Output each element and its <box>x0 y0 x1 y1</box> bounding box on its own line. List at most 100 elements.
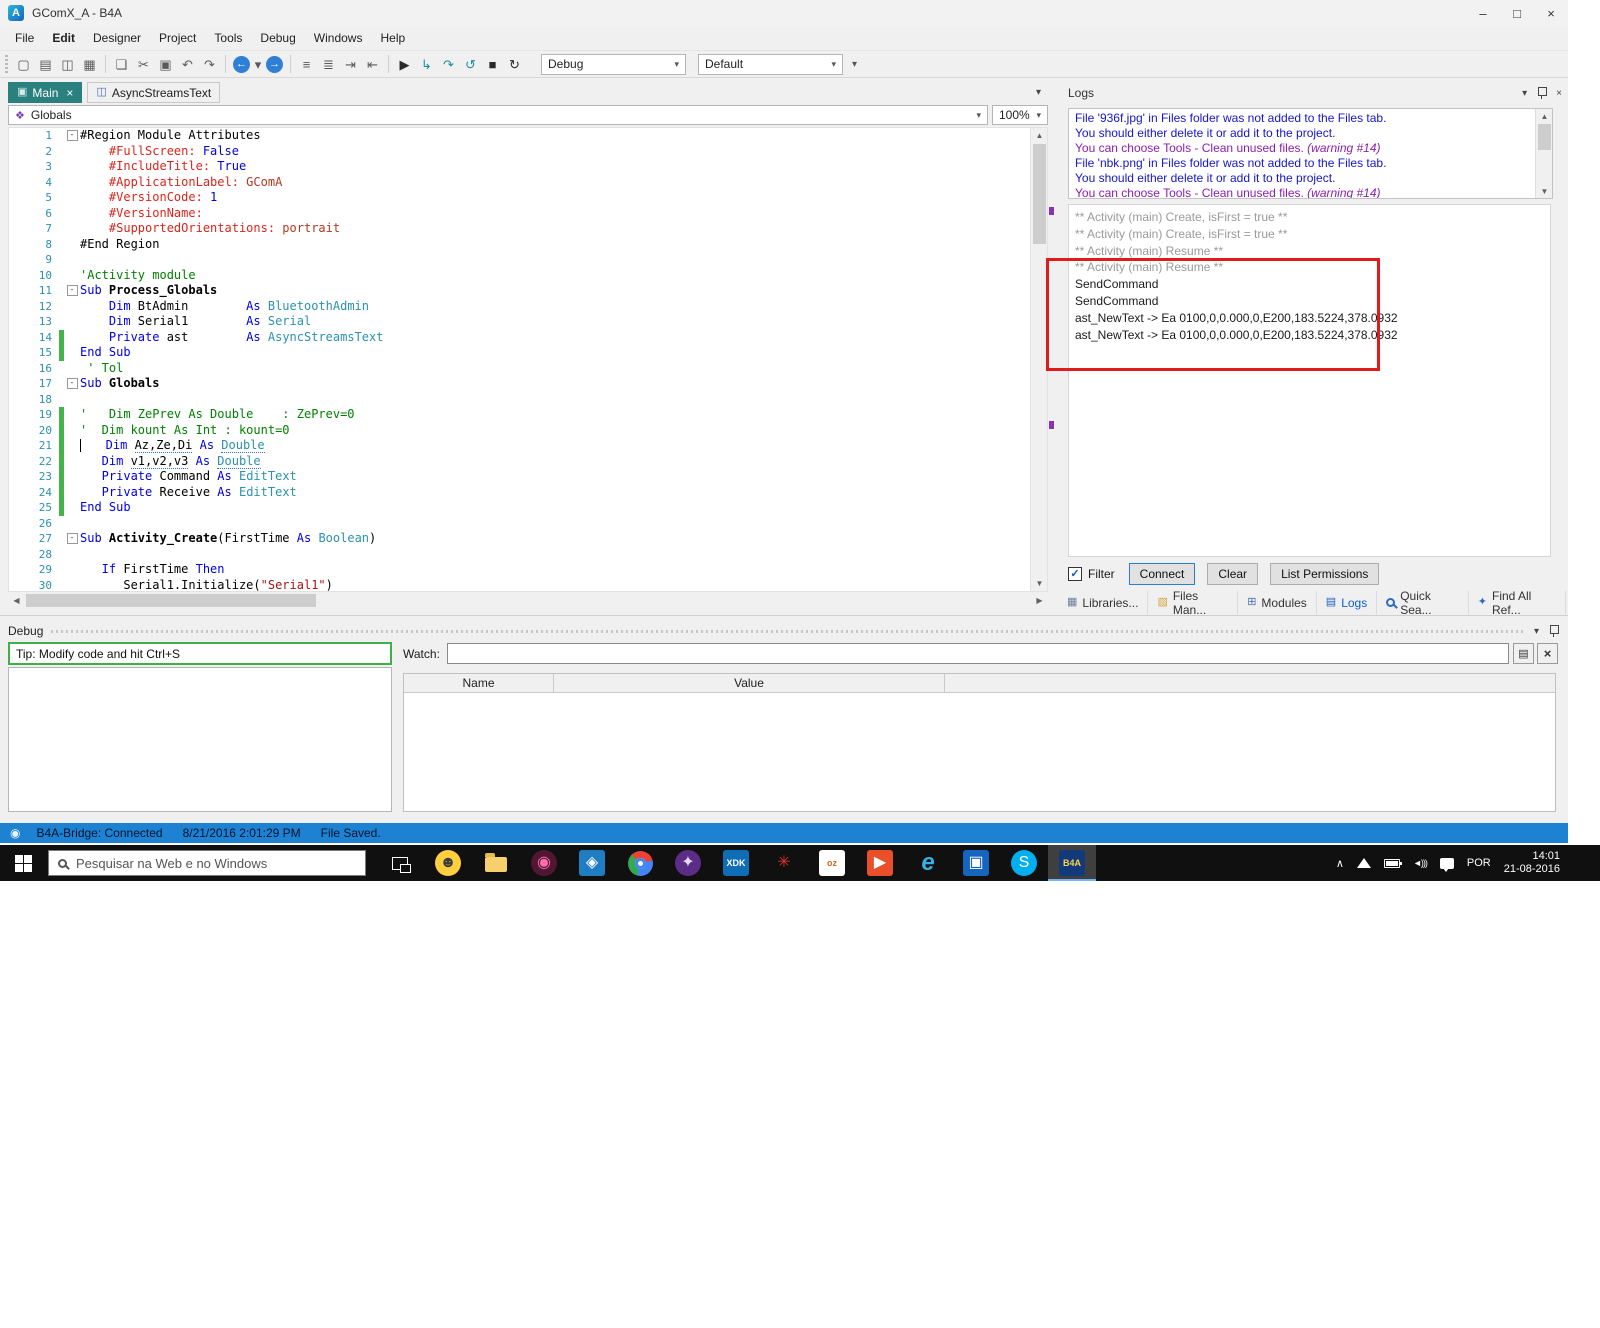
open-icon[interactable]: ▤ <box>35 53 56 75</box>
scroll-down-icon[interactable]: ▼ <box>1031 576 1047 591</box>
back-history-icon[interactable]: ▾ <box>253 53 263 75</box>
list-permissions-button[interactable]: List Permissions <box>1270 563 1380 585</box>
run-icon[interactable]: ▶ <box>394 53 415 75</box>
outlook-icon[interactable]: oz <box>808 845 856 881</box>
indent-icon[interactable]: ⇥ <box>340 53 361 75</box>
close-tab-icon[interactable]: × <box>66 86 73 100</box>
toolbar-overflow-icon[interactable]: ▾ <box>852 59 857 70</box>
taskbar-clock[interactable]: 14:01 21-08-2016 <box>1504 850 1560 876</box>
pin-icon[interactable] <box>1549 625 1559 637</box>
scrollbar-thumb[interactable] <box>1538 124 1551 150</box>
media-app-icon[interactable]: ◉ <box>520 845 568 881</box>
panel-tab-filesman[interactable]: ▧ Files Man... <box>1148 589 1239 617</box>
watch-clear-button[interactable]: × <box>1537 643 1558 664</box>
menu-item-file[interactable]: File <box>6 31 43 45</box>
watch-list-button[interactable]: ▤ <box>1513 643 1534 664</box>
menu-item-tools[interactable]: Tools <box>205 31 251 45</box>
navigate-back-icon[interactable]: ← <box>231 53 252 75</box>
scrollbar-thumb[interactable] <box>26 594 316 607</box>
code-text[interactable]: Sub Activity_Create(FirstTime As Boolean… <box>80 531 376 547</box>
scroll-left-icon[interactable]: ◀ <box>8 592 25 609</box>
code-text[interactable]: #Region Module Attributes <box>80 128 261 144</box>
scope-dropdown[interactable]: ❖ Globals ▾ <box>8 105 988 125</box>
code-text[interactable]: ' Tol <box>80 361 123 377</box>
editor-tab-main[interactable]: ▣ Main × <box>8 82 83 103</box>
code-text[interactable]: Private ast As AsyncStreamsText <box>80 330 384 346</box>
code-text[interactable]: #IncludeTitle: True <box>80 159 246 175</box>
photo-editor-icon[interactable]: ✦ <box>664 845 712 881</box>
step-over-icon[interactable]: ↷ <box>438 53 459 75</box>
intel-xdk-icon[interactable]: XDK <box>712 845 760 881</box>
restart-icon[interactable]: ↻ <box>504 53 525 75</box>
connect-button[interactable]: Connect <box>1128 563 1196 585</box>
copy-icon[interactable]: ▣ <box>155 53 176 75</box>
navigate-forward-icon[interactable]: → <box>264 53 285 75</box>
code-text[interactable]: Dim BtAdmin As BluetoothAdmin <box>80 299 369 315</box>
search-input[interactable] <box>76 855 356 871</box>
step-out-icon[interactable]: ↺ <box>460 53 481 75</box>
fold-toggle-icon[interactable]: - <box>66 533 78 545</box>
editor-vscrollbar[interactable]: ▲ ▼ <box>1030 128 1047 591</box>
code-text[interactable]: Dim v1,v2,v3 As Double <box>80 453 261 470</box>
editor-tab-asyncstreamstext[interactable]: ◫ AsyncStreamsText <box>87 82 221 103</box>
menu-item-project[interactable]: Project <box>150 31 205 45</box>
save-all-icon[interactable]: ▦ <box>79 53 100 75</box>
watch-input[interactable] <box>447 643 1509 664</box>
cut-icon[interactable]: ✂ <box>133 53 154 75</box>
pinwheel-app-icon[interactable]: ✳ <box>760 845 808 881</box>
redo-icon[interactable]: ↷ <box>199 53 220 75</box>
b4a-icon[interactable]: B4A <box>1048 845 1096 881</box>
uncomment-icon[interactable]: ≣ <box>318 53 339 75</box>
scroll-up-icon[interactable]: ▲ <box>1031 128 1047 143</box>
close-panel-icon[interactable]: × <box>1556 88 1562 99</box>
code-editor[interactable]: 1- #Region Module Attributes 2 #FullScreen… <box>8 127 1048 592</box>
chat-app-icon[interactable]: ☻ <box>424 845 472 881</box>
code-text[interactable]: Dim Serial1 As Serial <box>80 314 311 330</box>
warnings-scrollbar[interactable]: ▲ ▼ <box>1535 109 1552 198</box>
undo-icon[interactable]: ↶ <box>177 53 198 75</box>
code-text[interactable]: If FirstTime Then <box>80 562 225 578</box>
chrome-icon[interactable] <box>616 845 664 881</box>
code-text[interactable]: Private Receive As EditText <box>80 485 297 501</box>
code-text[interactable]: #VersionCode: 1 <box>80 190 217 206</box>
code-text[interactable]: Sub Process_Globals <box>80 283 217 299</box>
filter-checkbox[interactable]: ✓ <box>1068 567 1082 581</box>
tray-expand-icon[interactable]: ∧ <box>1336 857 1344 870</box>
designer-icon[interactable]: ❏ <box>111 53 132 75</box>
code-text[interactable]: Serial1.Initialize("Serial1") <box>80 578 333 592</box>
file-explorer-icon[interactable] <box>472 845 520 881</box>
panel-tab-quicksea[interactable]: Quick Sea... <box>1377 589 1469 617</box>
minimize-button[interactable]: – <box>1466 0 1500 26</box>
code-text[interactable]: Dim Az,Ze,Di As Double <box>80 438 265 454</box>
chevron-down-icon[interactable]: ▾ <box>1522 88 1527 99</box>
menu-item-windows[interactable]: Windows <box>305 31 372 45</box>
code-text[interactable]: Sub Globals <box>80 376 159 392</box>
fold-toggle-icon[interactable]: - <box>66 285 78 297</box>
battery-icon[interactable] <box>1383 858 1402 868</box>
taskbar-search[interactable] <box>48 850 366 876</box>
code-text[interactable]: Private Command As EditText <box>80 469 297 485</box>
editor-hscrollbar[interactable]: ◀ ▶ <box>8 592 1048 609</box>
panel-tab-libraries[interactable]: ▦ Libraries... <box>1058 591 1149 614</box>
clear-button[interactable]: Clear <box>1207 563 1259 585</box>
fold-toggle-icon[interactable]: - <box>66 130 78 142</box>
code-text[interactable]: ' Dim ZePrev As Double : ZePrev=0 <box>80 407 355 423</box>
wifi-icon[interactable] <box>1356 858 1371 868</box>
store-app-icon[interactable]: ◈ <box>568 845 616 881</box>
task-view-button[interactable] <box>378 845 422 881</box>
menu-item-debug[interactable]: Debug <box>251 31 304 45</box>
stop-icon[interactable]: ■ <box>482 53 503 75</box>
ie-icon[interactable]: e <box>904 845 952 881</box>
code-text[interactable]: 'Activity module <box>80 268 196 284</box>
code-text[interactable]: #SupportedOrientations: portrait <box>80 221 340 237</box>
menu-item-edit[interactable]: Edit <box>43 31 84 45</box>
code-text[interactable]: #VersionName: <box>80 206 203 222</box>
language-indicator[interactable]: POR <box>1467 857 1491 869</box>
code-text[interactable]: #ApplicationLabel: GComA <box>80 175 282 191</box>
panel-tab-modules[interactable]: ⊞ Modules <box>1238 591 1317 614</box>
video-app-icon[interactable]: ▶ <box>856 845 904 881</box>
photos-app-icon[interactable]: ▣ <box>952 845 1000 881</box>
code-text[interactable]: ' Dim kount As Int : kount=0 <box>80 423 290 439</box>
new-file-icon[interactable]: ▢ <box>13 53 34 75</box>
comment-icon[interactable]: ≡ <box>296 53 317 75</box>
